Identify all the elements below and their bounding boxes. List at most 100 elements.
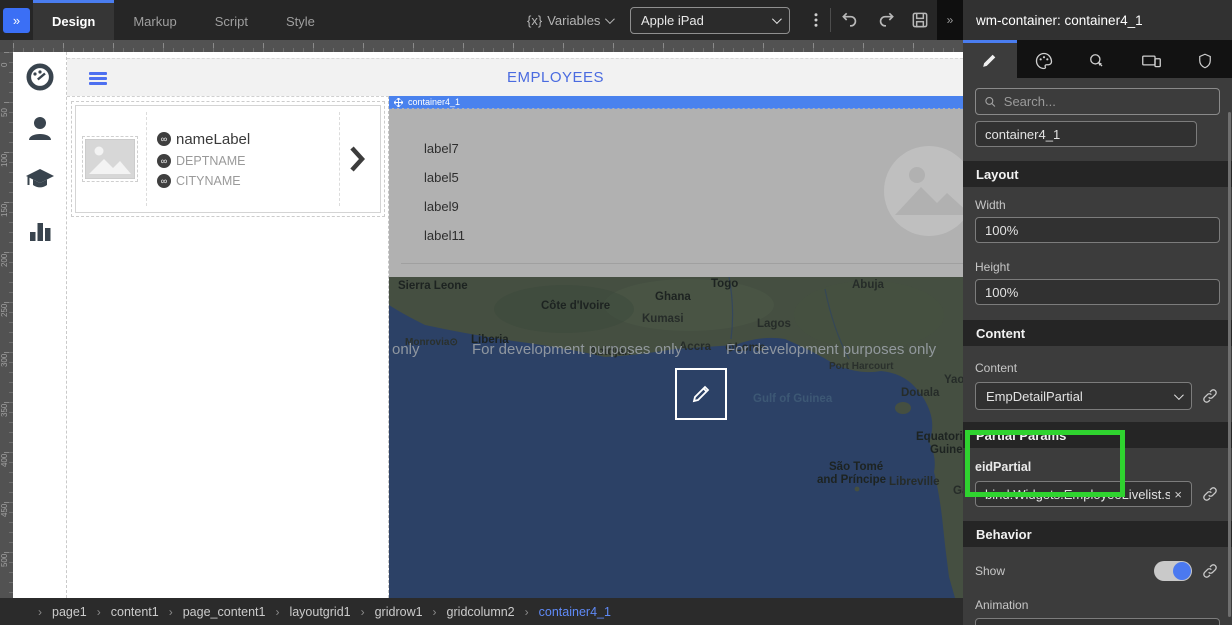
canvas-label-widget[interactable]: label7 [424, 141, 465, 156]
page-header: EMPLOYEES [67, 58, 963, 96]
breadcrumb-separator: › [28, 605, 52, 619]
map-label: São Tomé [829, 461, 883, 473]
breadcrumb-separator: › [423, 605, 447, 619]
map-label: Yao [944, 374, 963, 386]
card-city-label[interactable]: CITYNAME [176, 174, 241, 188]
breadcrumb-separator: › [159, 605, 183, 619]
hamburger-menu-icon[interactable] [89, 72, 107, 85]
properties-panel: wm-container: container4_1 Layout Width … [963, 0, 1232, 625]
bar-chart-icon[interactable] [25, 215, 55, 245]
variables-menu[interactable]: {x} Variables [527, 0, 612, 40]
tab-inspect[interactable] [1071, 40, 1125, 78]
selection-tag-label: container4_1 [408, 96, 460, 108]
mode-tabs: DesignMarkupScriptStyle [33, 0, 334, 40]
breadcrumb-link[interactable]: page_content1 [183, 605, 266, 619]
user-icon[interactable] [25, 113, 55, 143]
bind-link-icon[interactable] [1200, 388, 1220, 404]
breadcrumb-link[interactable]: gridrow1 [375, 605, 423, 619]
google-map-widget[interactable]: Sierra LeoneCôte d'IvoireGhanaTogoAbujaK… [389, 277, 963, 598]
ruler-number: 400 [0, 455, 13, 467]
width-input[interactable] [975, 217, 1220, 243]
breadcrumb-link[interactable]: layoutgrid1 [289, 605, 350, 619]
device-select[interactable]: Apple iPad [630, 7, 790, 34]
breadcrumb-item: › gridcolumn2 [423, 605, 515, 619]
map-label: Ga [953, 485, 963, 497]
canvas-label-widget[interactable]: label5 [424, 170, 465, 185]
card-dept-label[interactable]: DEPTNAME [176, 154, 245, 168]
height-input[interactable] [975, 279, 1220, 305]
breadcrumb-link[interactable]: container4_1 [539, 605, 611, 619]
map-label: Togo [711, 278, 738, 290]
breadcrumb-link[interactable]: gridcolumn2 [447, 605, 515, 619]
search-icon [984, 95, 997, 109]
bind-link-icon[interactable] [1200, 563, 1220, 579]
selection-tag[interactable]: container4_1 [389, 96, 963, 108]
chevron-down-icon [772, 14, 782, 24]
map-label: Port Harcourt [829, 361, 893, 372]
breadcrumb-item: › page_content1 [159, 605, 266, 619]
height-label: Height [975, 260, 1220, 274]
project-expand-button[interactable]: » [3, 8, 30, 33]
canvas-label-widget[interactable]: label11 [424, 228, 465, 243]
widget-name-input[interactable] [975, 121, 1197, 147]
map-label: For development purposes only [472, 341, 682, 358]
section-content: Content [963, 320, 1232, 346]
content-label: Content [975, 361, 1220, 375]
mode-tab[interactable]: Markup [114, 0, 195, 40]
bind-icon: ∞ [157, 132, 171, 146]
mode-tab[interactable]: Design [33, 0, 114, 40]
employee-list-item[interactable]: ∞ nameLabel ∞ DEPTNAME ∞ CITYNAME [75, 105, 381, 213]
canvas-label-widget[interactable]: label9 [424, 199, 465, 214]
show-toggle[interactable] [1154, 561, 1192, 581]
bind-icon: ∞ [157, 154, 171, 168]
map-label: For development purposes only [726, 341, 936, 358]
map-label: Sierra Leone [398, 280, 468, 292]
bind-link-icon[interactable] [1200, 486, 1220, 502]
map-edit-button[interactable] [675, 368, 727, 420]
tab-properties[interactable] [963, 40, 1017, 78]
breadcrumb-item: › container4_1 [515, 605, 611, 619]
clear-icon[interactable]: × [1174, 487, 1182, 502]
map-label: Accra [679, 341, 711, 353]
map-label: Abuja [852, 279, 884, 291]
image-placeholder-icon [82, 136, 138, 182]
breadcrumb-link[interactable]: content1 [111, 605, 159, 619]
breadcrumb-separator: › [351, 605, 375, 619]
animation-input[interactable] [975, 618, 1220, 625]
map-label: Douala [901, 387, 939, 399]
eidpartial-label: eidPartial [975, 460, 1220, 474]
content-select[interactable]: EmpDetailPartial [975, 382, 1192, 410]
more-vertical-icon[interactable] [804, 8, 828, 32]
eidpartial-value: bind:Widgets.EmployeeLivelist.selected [985, 487, 1170, 502]
bind-icon: ∞ [157, 174, 171, 188]
map-label: Kumasi [642, 313, 684, 325]
animation-label: Animation [975, 598, 1220, 612]
selected-container[interactable]: label7 label5 label9 label11 [389, 108, 963, 277]
tab-security[interactable] [1178, 40, 1232, 78]
breadcrumb-item: › gridrow1 [351, 605, 423, 619]
mode-tab[interactable]: Style [267, 0, 334, 40]
education-icon[interactable] [25, 164, 55, 194]
breadcrumb-item: › page1 [28, 605, 87, 619]
ruler-number: 200 [0, 255, 13, 267]
undo-icon[interactable] [838, 8, 862, 32]
panel-tabs [963, 40, 1232, 78]
mode-tab[interactable]: Script [196, 0, 267, 40]
search-input[interactable] [1004, 94, 1211, 109]
eidpartial-input[interactable]: bind:Widgets.EmployeeLivelist.selected × [975, 481, 1192, 507]
panel-collapse-button[interactable]: » [937, 0, 963, 40]
tab-styles[interactable] [1017, 40, 1071, 78]
card-name-label[interactable]: nameLabel [176, 131, 250, 148]
horizontal-ruler [13, 40, 963, 52]
pencil-icon [980, 51, 999, 70]
detail-column: container4_1 label7 label5 label9 label11 [389, 96, 963, 598]
map-land-shape [389, 277, 963, 598]
card-text: ∞ nameLabel ∞ DEPTNAME ∞ CITYNAME [146, 112, 340, 206]
dashboard-icon[interactable] [25, 62, 55, 92]
redo-icon[interactable] [874, 8, 898, 32]
ruler-number: 50 [0, 105, 13, 117]
panel-scrollbar[interactable] [1228, 112, 1231, 617]
save-icon[interactable] [908, 8, 932, 32]
breadcrumb-link[interactable]: page1 [52, 605, 87, 619]
tab-devices[interactable] [1124, 40, 1178, 78]
